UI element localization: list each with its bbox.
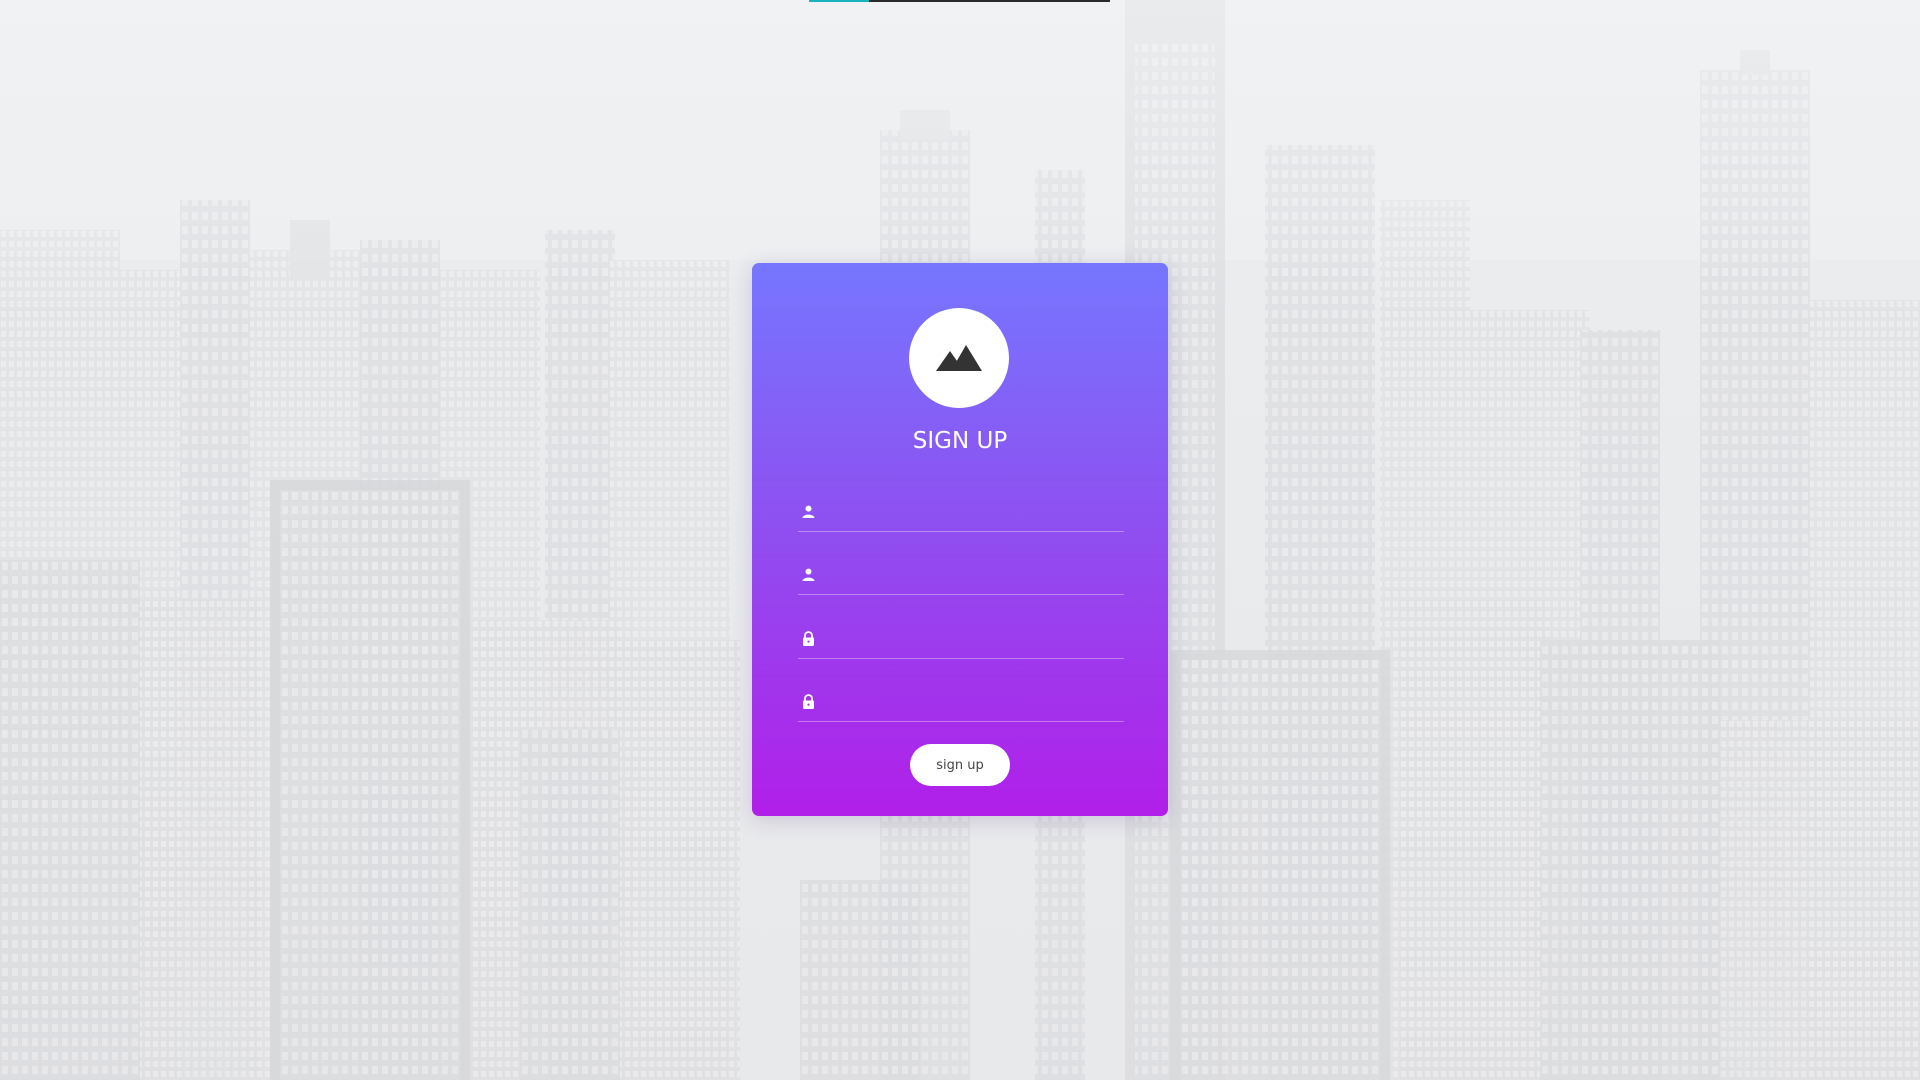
progress-bar-fill bbox=[809, 0, 870, 2]
logo-avatar bbox=[909, 308, 1009, 408]
password-input[interactable] bbox=[826, 623, 1124, 653]
lock-icon bbox=[800, 630, 816, 646]
sign-up-button[interactable]: sign up bbox=[910, 744, 1010, 786]
user-icon bbox=[800, 566, 816, 582]
confirm-password-field bbox=[798, 681, 1124, 722]
name-input[interactable] bbox=[826, 559, 1124, 589]
page-title: SIGN UP bbox=[912, 428, 1008, 454]
mountain-icon bbox=[936, 345, 982, 371]
confirm-password-input[interactable] bbox=[826, 686, 1124, 716]
password-field bbox=[798, 618, 1124, 659]
lock-icon bbox=[800, 693, 816, 709]
user-icon bbox=[800, 503, 816, 519]
username-input[interactable] bbox=[826, 496, 1124, 526]
username-field bbox=[798, 491, 1124, 532]
top-progress-bar bbox=[809, 0, 1110, 2]
name-field bbox=[798, 554, 1124, 595]
signup-card: SIGN UP sign up bbox=[752, 263, 1168, 816]
